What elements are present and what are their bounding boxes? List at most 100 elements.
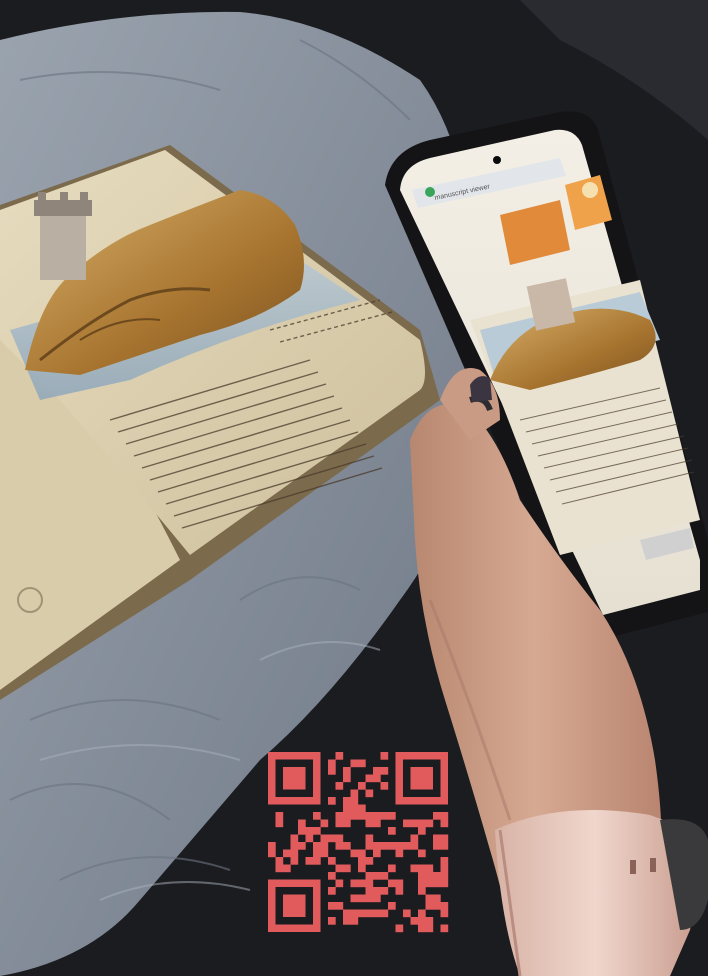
qr-module: [403, 842, 411, 850]
qr-module: [275, 864, 284, 873]
qr-module: [425, 917, 434, 925]
qr-module: [395, 849, 404, 858]
qr-module: [433, 812, 441, 820]
qr-module: [358, 879, 366, 888]
qr-module: [425, 894, 434, 903]
qr-module: [433, 902, 441, 910]
qr-module: [433, 879, 441, 888]
qr-module: [388, 902, 396, 910]
photo-illustration: manuscript viewer: [0, 0, 708, 976]
qr-module: [343, 864, 351, 873]
qr-module: [388, 842, 396, 850]
qr-module: [358, 909, 366, 918]
qr-module: [328, 797, 336, 805]
qr-module: [365, 872, 374, 880]
qr-module: [350, 917, 359, 925]
qr-module: [418, 924, 426, 933]
qr-module: [410, 834, 419, 843]
qr-module: [320, 834, 329, 843]
qr-module: [275, 812, 284, 820]
qr-module: [395, 924, 404, 933]
qr-module: [343, 909, 351, 918]
qr-module: [403, 909, 411, 918]
qr-module: [343, 804, 351, 813]
qr-module: [440, 909, 449, 918]
qr-module: [425, 864, 434, 873]
qr-module: [410, 864, 419, 873]
qr-module: [335, 834, 344, 843]
qr-module: [268, 842, 276, 850]
qr-module: [373, 812, 381, 820]
qr-module: [358, 857, 366, 865]
qr-module: [365, 789, 374, 798]
qr-module: [373, 872, 381, 880]
qr-module: [373, 842, 381, 850]
qr-module: [358, 782, 366, 790]
qr-module: [358, 804, 366, 813]
qr-module: [388, 812, 396, 820]
qr-module: [418, 819, 426, 828]
qr-module: [425, 872, 434, 880]
qr-module: [350, 797, 359, 805]
qr-module: [343, 767, 351, 775]
qr-module: [298, 827, 306, 835]
qr-module: [343, 812, 351, 820]
qr-module: [335, 812, 344, 820]
qr-module: [328, 759, 336, 768]
qr-module: [380, 812, 389, 820]
qr-module: [365, 819, 374, 828]
qr-module: [418, 917, 426, 925]
qr-module: [403, 819, 411, 828]
qr-module: [350, 804, 359, 813]
qr-module: [425, 819, 434, 828]
qr-module: [350, 812, 359, 820]
qr-module: [440, 819, 449, 828]
qr-module: [328, 857, 336, 865]
qr-module: [343, 917, 351, 925]
qr-module: [335, 819, 344, 828]
qr-module: [418, 909, 426, 918]
qr-module: [440, 902, 449, 910]
qr-module: [313, 849, 321, 858]
qr-module: [320, 842, 329, 850]
qr-module: [395, 879, 404, 888]
qr-module: [373, 887, 381, 895]
qr-module: [380, 909, 389, 918]
qr-module: [440, 924, 449, 933]
qr-module: [320, 849, 329, 858]
qr-module: [373, 819, 381, 828]
qr-module: [433, 842, 441, 850]
qr-module: [350, 849, 359, 858]
qr-module: [380, 782, 389, 790]
qr-module: [365, 879, 374, 888]
qr-module: [343, 842, 351, 850]
qr-module: [268, 849, 276, 858]
qr-module: [290, 857, 299, 865]
qr-module: [290, 849, 299, 858]
qr-module: [365, 774, 374, 783]
qr-module: [343, 797, 351, 805]
qr-module: [418, 879, 426, 888]
qr-module: [410, 917, 419, 925]
qr-module: [335, 902, 344, 910]
qr-module: [290, 842, 299, 850]
qr-module: [395, 887, 404, 895]
qr-module: [365, 909, 374, 918]
qr-module: [343, 774, 351, 783]
qr-module: [290, 834, 299, 843]
qr-module: [313, 842, 321, 850]
qr-module: [380, 887, 389, 895]
qr-module: [358, 894, 366, 903]
qr-module: [328, 872, 336, 880]
qr-module: [418, 887, 426, 895]
qr-module: [350, 759, 359, 768]
qr-module: [305, 834, 314, 843]
qr-module: [410, 819, 419, 828]
qr-module: [358, 812, 366, 820]
qr-module: [328, 917, 336, 925]
qr-module: [380, 767, 389, 775]
qr-module: [358, 864, 366, 873]
qr-module: [305, 827, 314, 835]
qr-module: [275, 819, 284, 828]
qr-module: [335, 879, 344, 888]
